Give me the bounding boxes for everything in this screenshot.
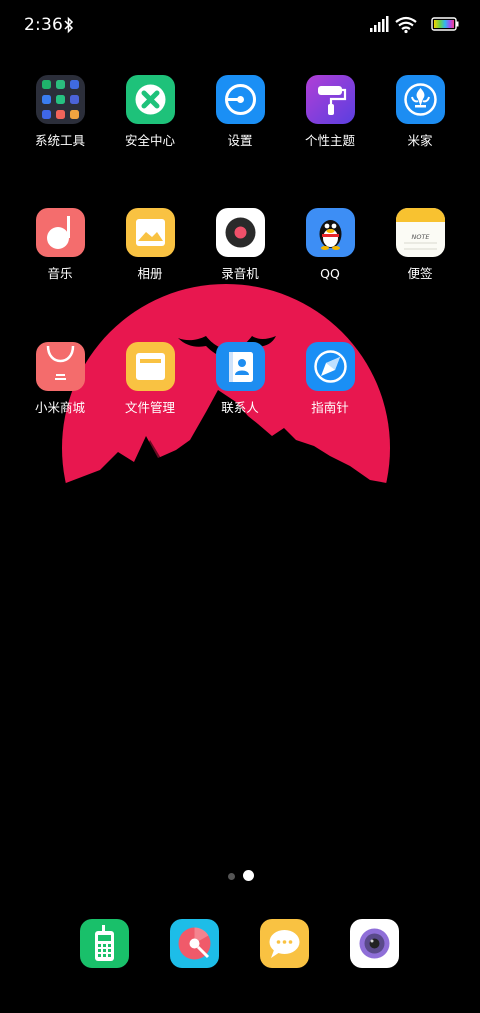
notes-badge-text: NOTE — [411, 233, 430, 241]
app-music[interactable]: 音乐 — [15, 208, 105, 281]
status-time: 2:36 — [24, 15, 63, 35]
app-label: QQ — [320, 266, 340, 281]
bluetooth-icon — [64, 16, 74, 34]
app-file-manager[interactable]: 文件管理 — [105, 342, 195, 415]
app-compass[interactable]: 指南针 — [285, 342, 375, 415]
security-icon — [125, 75, 175, 124]
status-bar: 2:36 — [0, 0, 480, 52]
page-dot-2-active[interactable] — [243, 870, 254, 881]
folder-icon — [35, 75, 85, 124]
wallpaper — [58, 284, 392, 520]
app-gallery[interactable]: 相册 — [105, 208, 195, 281]
recorder-icon — [215, 208, 265, 257]
notes-icon: NOTE — [395, 208, 445, 257]
app-settings[interactable]: 设置 — [195, 75, 285, 148]
gallery-icon — [125, 208, 175, 257]
dock-browser[interactable] — [170, 919, 219, 968]
app-mi-store[interactable]: 小米商城 — [15, 342, 105, 415]
page-dot-1[interactable] — [228, 873, 235, 880]
app-mijia[interactable]: 米家 — [375, 75, 465, 148]
app-label: 系统工具 — [34, 133, 85, 148]
settings-icon — [215, 75, 265, 124]
app-label: 设置 — [227, 133, 253, 148]
app-label: 个性主题 — [304, 133, 355, 148]
file-manager-icon — [125, 342, 175, 391]
dock-camera[interactable] — [350, 919, 399, 968]
contacts-icon — [215, 342, 265, 391]
app-notes[interactable]: NOTE 便签 — [375, 208, 465, 281]
app-themes[interactable]: 个性主题 — [285, 75, 375, 148]
page-indicator[interactable] — [228, 870, 258, 882]
app-security-center[interactable]: 安全中心 — [105, 75, 195, 148]
qq-penguin-icon — [305, 208, 355, 257]
mi-store-icon — [35, 342, 85, 391]
signal-icon — [370, 16, 389, 32]
app-contacts[interactable]: 联系人 — [195, 342, 285, 415]
app-label: 联系人 — [221, 400, 259, 415]
compass-icon — [305, 342, 355, 391]
app-recorder[interactable]: 录音机 — [195, 208, 285, 281]
app-label: 米家 — [407, 133, 433, 148]
app-label: 音乐 — [47, 266, 73, 281]
wifi-icon — [395, 16, 417, 30]
dock-messages[interactable] — [260, 919, 309, 968]
dock-phone[interactable] — [80, 919, 129, 968]
app-label: 文件管理 — [124, 400, 175, 415]
mijia-icon — [395, 75, 445, 124]
status-icons — [370, 16, 459, 34]
theme-roller-icon — [305, 75, 355, 124]
music-icon — [35, 208, 85, 257]
app-label: 安全中心 — [124, 133, 175, 148]
app-label: 便签 — [407, 266, 433, 281]
app-label: 小米商城 — [34, 400, 85, 415]
phone-icon — [95, 925, 114, 961]
messages-icon — [269, 930, 300, 958]
app-label: 指南针 — [311, 400, 349, 415]
browser-icon — [178, 927, 211, 960]
battery-icon — [431, 17, 459, 31]
app-system-tools[interactable]: 系统工具 — [15, 75, 105, 148]
app-label: 录音机 — [221, 266, 259, 281]
camera-icon — [359, 928, 390, 959]
app-qq[interactable]: QQ — [285, 208, 375, 281]
app-label: 相册 — [137, 266, 163, 281]
